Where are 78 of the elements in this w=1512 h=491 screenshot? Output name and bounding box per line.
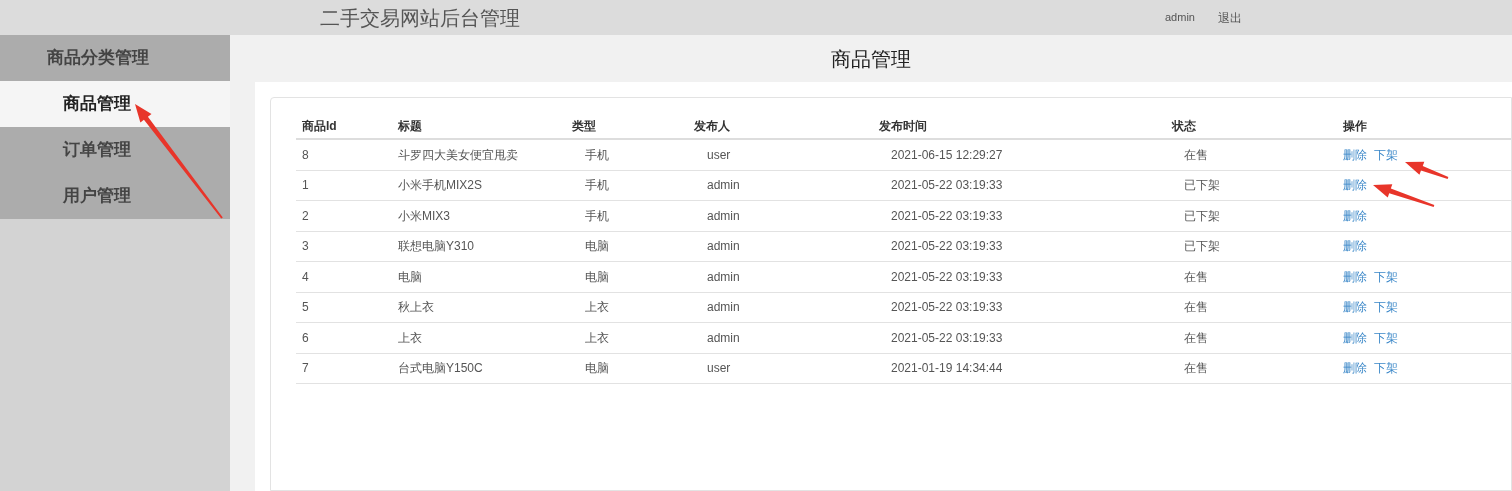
action-link[interactable]: 删除	[1343, 176, 1367, 195]
table-cell: 2021-05-22 03:19:33	[891, 208, 1003, 223]
table-cell: 2021-05-22 03:19:33	[891, 239, 1003, 254]
action-link[interactable]: 删除	[1343, 206, 1367, 225]
action-link[interactable]: 删除	[1343, 298, 1367, 317]
action-link[interactable]: 下架	[1374, 267, 1398, 286]
table-cell: 在售	[1184, 300, 1208, 315]
table-cell: 2021-06-15 12:29:27	[891, 147, 1003, 162]
table-cell: 手机	[585, 208, 609, 223]
table-cell: 斗罗四大美女便宜甩卖	[398, 147, 518, 162]
table-cell: 手机	[585, 178, 609, 193]
table-cell: admin	[707, 239, 740, 254]
sidebar-item[interactable]: 订单管理	[0, 127, 230, 173]
table-cell: 2021-01-19 14:34:44	[891, 361, 1003, 376]
column-header: 标题	[398, 119, 422, 133]
table-cell: 6	[302, 330, 309, 345]
table-cell: 在售	[1184, 361, 1208, 376]
arrow-drawing	[1373, 184, 1435, 207]
table-cell: user	[707, 147, 731, 162]
table-cell: 上衣	[585, 330, 609, 345]
table-cell: 电脑	[585, 269, 609, 284]
arrow-drawing	[1405, 161, 1449, 179]
column-header: 商品Id	[302, 119, 337, 133]
table-cell: 已下架	[1184, 208, 1220, 223]
table-cell: 2021-05-22 03:19:33	[891, 330, 1003, 345]
table-cell: 在售	[1184, 330, 1208, 345]
action-link[interactable]: 删除	[1343, 145, 1367, 164]
table-cell: 7	[302, 361, 309, 376]
table-cell: 已下架	[1184, 178, 1220, 193]
table-cell: 4	[302, 269, 309, 284]
table-cell: 上衣	[585, 300, 609, 315]
action-link[interactable]: 下架	[1374, 359, 1398, 378]
table-cell: 8	[302, 147, 309, 162]
table-cell: admin	[707, 269, 740, 284]
table-cell: 5	[302, 300, 309, 315]
action-link[interactable]: 删除	[1343, 237, 1367, 256]
username: admin	[1165, 10, 1195, 26]
table-cell: 2	[302, 208, 309, 223]
table-cell: 小米MIX3	[398, 208, 450, 223]
action-link[interactable]: 删除	[1343, 359, 1367, 378]
table-cell: admin	[707, 300, 740, 315]
table-cell: admin	[707, 208, 740, 223]
action-link[interactable]: 下架	[1374, 145, 1398, 164]
table-cell: 小米手机MIX2S	[398, 178, 482, 193]
site-title: 二手交易网站后台管理	[320, 5, 520, 31]
table-cell: 1	[302, 178, 309, 193]
action-link[interactable]: 下架	[1374, 328, 1398, 347]
column-header: 类型	[572, 119, 596, 133]
action-link[interactable]: 删除	[1343, 328, 1367, 347]
table-cell: 联想电脑Y310	[398, 239, 475, 254]
table-cell: 上衣	[398, 330, 422, 345]
table-cell: 已下架	[1184, 239, 1220, 254]
table-cell: 秋上衣	[398, 300, 434, 315]
sidebar-item[interactable]: 商品管理	[0, 81, 230, 127]
action-link[interactable]: 下架	[1374, 298, 1398, 317]
column-header: 发布时间	[879, 119, 927, 133]
table-cell: 台式电脑Y150C	[398, 361, 483, 376]
table-cell: 在售	[1184, 147, 1208, 162]
table-cell: 在售	[1184, 269, 1208, 284]
sidebar-item[interactable]: 用户管理	[0, 173, 230, 219]
table-cell: 2021-05-22 03:19:33	[891, 178, 1003, 193]
table-cell: 电脑	[585, 361, 609, 376]
column-header: 状态	[1172, 119, 1196, 133]
table-cell: admin	[707, 178, 740, 193]
sidebar-heading[interactable]: 商品分类管理	[0, 35, 230, 81]
table-cell: admin	[707, 330, 740, 345]
table-cell: 电脑	[398, 269, 422, 284]
table-cell: 2021-05-22 03:19:33	[891, 300, 1003, 315]
action-link[interactable]: 删除	[1343, 267, 1367, 286]
table-cell: 3	[302, 239, 309, 254]
table-cell: 手机	[585, 147, 609, 162]
table-cell: 电脑	[585, 239, 609, 254]
page-title: 商品管理	[831, 46, 911, 72]
table-cell: user	[707, 361, 731, 376]
logout-link[interactable]: 退出	[1217, 8, 1242, 27]
column-header: 发布人	[694, 119, 730, 133]
table-cell: 2021-05-22 03:19:33	[891, 269, 1003, 284]
column-header: 操作	[1343, 119, 1367, 133]
